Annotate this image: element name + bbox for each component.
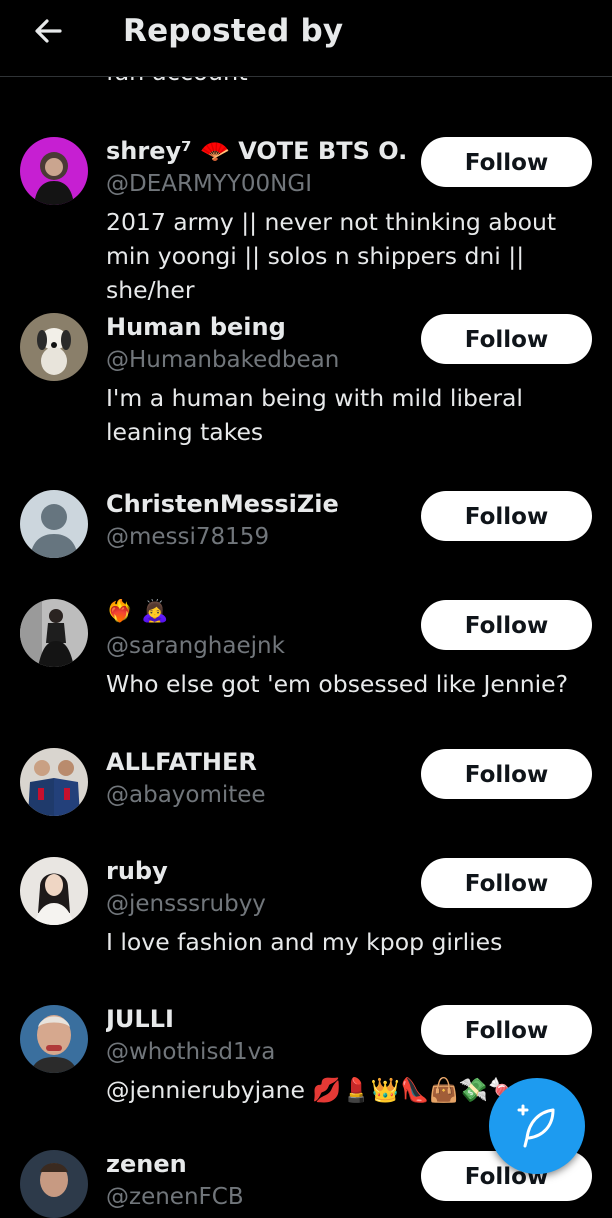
follow-button[interactable]: Follow xyxy=(421,314,592,364)
arrow-left-icon xyxy=(35,19,62,43)
user-display-name: ❤️‍🔥 🙇‍♀️ xyxy=(106,599,169,624)
avatar[interactable] xyxy=(20,1005,88,1073)
user-bio: 2017 army || never not thinking about mi… xyxy=(106,208,557,304)
avatar[interactable] xyxy=(20,313,88,381)
user-bio: Who else got 'em obsessed like Jennie? xyxy=(106,670,569,698)
user-handle: @messi78159 xyxy=(106,524,270,550)
user-display-name: ruby xyxy=(106,857,168,885)
user-handle: @DEARMYY00NGI xyxy=(106,171,312,197)
follow-button[interactable]: Follow xyxy=(421,858,592,908)
user-display-name: ALLFATHER xyxy=(106,748,257,776)
follow-button[interactable]: Follow xyxy=(421,600,592,650)
avatar[interactable] xyxy=(20,857,88,925)
compose-button[interactable] xyxy=(489,1078,585,1174)
user-display-name: Human being xyxy=(106,313,286,341)
user-handle: @whothisd1va xyxy=(106,1039,276,1065)
user-handle: @jensssrubyy xyxy=(106,891,266,917)
avatar[interactable] xyxy=(20,137,88,205)
avatar[interactable] xyxy=(20,599,88,667)
follow-button[interactable]: Follow xyxy=(421,137,592,187)
avatar[interactable] xyxy=(20,748,88,816)
follow-button[interactable]: Follow xyxy=(421,1005,592,1055)
user-handle: @Humanbakedbean xyxy=(106,347,340,373)
user-display-name: ChristenMessiZie xyxy=(106,490,339,518)
follow-button[interactable]: Follow xyxy=(421,491,592,541)
avatar[interactable] xyxy=(20,1150,88,1218)
user-handle: @abayomitee xyxy=(106,782,266,808)
user-display-name: JULLI xyxy=(106,1005,174,1033)
user-display-name: shrey⁷ 🪭 VOTE BTS O... xyxy=(106,137,406,165)
page-title: Reposted by xyxy=(123,13,344,49)
user-bio: I love fashion and my kpop girlies xyxy=(106,928,503,956)
avatar[interactable] xyxy=(20,490,88,558)
user-handle: @saranghaejnk xyxy=(106,633,285,659)
feather-plus-icon xyxy=(517,1104,555,1148)
back-button[interactable] xyxy=(26,10,70,54)
follow-button[interactable]: Follow xyxy=(421,749,592,799)
top-bar: Reposted by xyxy=(0,0,612,77)
user-bio: I'm a human being with mild liberal lean… xyxy=(106,384,523,446)
user-handle: @zenenFCB xyxy=(106,1184,244,1210)
user-display-name: zenen xyxy=(106,1150,187,1178)
